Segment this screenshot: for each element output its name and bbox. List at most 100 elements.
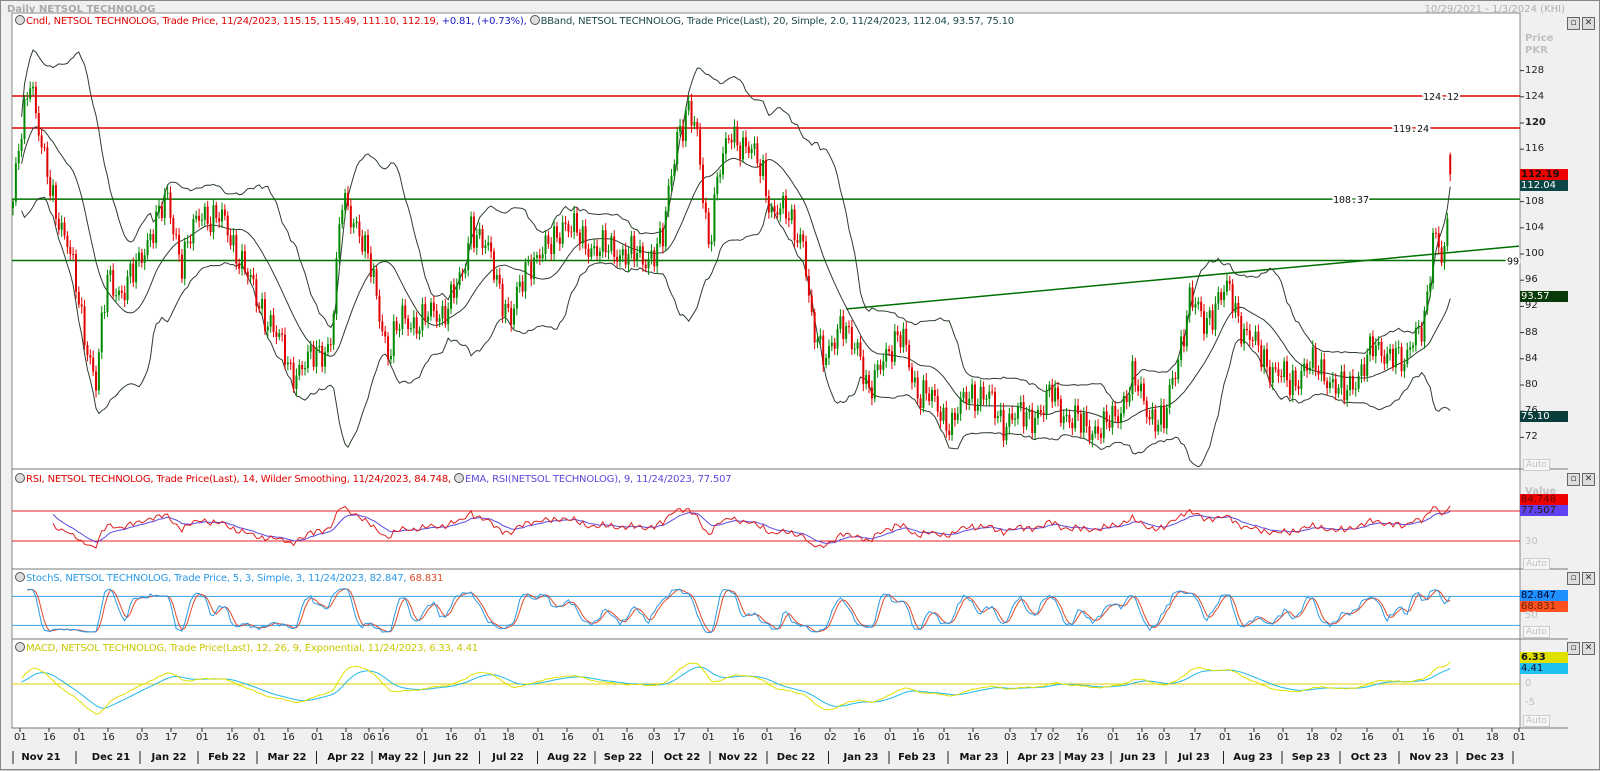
candle [664,206,667,252]
x-day-tick: 02 [1330,732,1343,743]
candle [707,208,710,249]
x-month-label: Oct 22 [663,752,701,763]
x-month-label: May 23 [1064,752,1105,763]
macd-legend[interactable]: MACD, NETSOL TECHNOLOG, Trade Price(Last… [15,642,478,654]
clock-icon [15,642,25,652]
chart-canvas[interactable]: 124.12 119.24 108.37 99 [1,1,1600,771]
candle [183,237,186,286]
x-day-tick: 01 [761,732,774,743]
cndl-legend: Cndl, NETSOL TECHNOLOG, Trade Price, 11/… [26,16,439,27]
candle [332,310,335,350]
macd-panel-buttons: ▫ ✕ [1567,642,1595,655]
candle [34,81,37,119]
x-month-label: Dec 21 [91,752,131,763]
candle [492,248,495,284]
x-day-tick: 16 [102,732,115,743]
candle [1059,395,1062,427]
candle [375,265,378,300]
restore-icon[interactable]: ▫ [1567,572,1580,585]
candle [235,230,238,270]
stoch-legend[interactable]: StochS, NETSOL TECHNOLOG, Trade Price, 5… [15,572,443,584]
x-day-tick: 01 [1392,732,1405,743]
x-day-tick: 01 [416,732,429,743]
macd-auto-button[interactable]: Auto [1523,715,1550,727]
stoch-auto-button[interactable]: Auto [1523,626,1550,638]
x-day-tick: 16 [1248,732,1261,743]
x-month-label: Aug 23 [1233,752,1273,763]
x-day-tick: 17 [1189,732,1202,743]
x-month-label: Jan 23 [843,752,879,763]
candle [1185,310,1188,352]
x-day-tick: 01 [474,732,487,743]
x-day-tick: 02 [1047,732,1060,743]
rsi-ema-value-label: 77.507 [1520,505,1568,516]
auto-scale-button[interactable]: Auto [1523,459,1550,471]
price-tick: 100 [1525,248,1545,259]
candle [764,152,767,203]
rsi-tick-30: 30 [1525,536,1538,547]
horizontal-line-label: 124.12 [1423,92,1459,103]
x-day-tick: 16 [377,732,390,743]
x-day-tick: 01 [253,732,266,743]
main-panel-buttons: ▫ ✕ [1567,17,1595,30]
candle [1432,228,1435,290]
x-day-tick: 17 [673,732,686,743]
x-month-label: Jul 22 [492,752,524,763]
candle [1131,355,1134,401]
x-month-label: May 22 [378,752,419,763]
rsi-panel-buttons: ▫ ✕ [1567,473,1595,486]
candle [1102,407,1105,443]
price-tick: 96 [1525,274,1538,286]
clock-icon [15,15,25,25]
horizontal-line-label: 119.24 [1393,124,1429,135]
candle [335,251,338,320]
candle [472,211,475,253]
plot-area [11,12,1521,729]
x-month-label: Mar 23 [959,752,999,763]
close-icon[interactable]: ✕ [1582,17,1595,30]
candle [74,249,77,299]
x-day-tick: 16 [445,732,458,743]
x-day-tick: 03 [1158,732,1171,743]
price-axis-title: Price [1525,33,1554,44]
x-month-label: Jun 22 [433,752,469,763]
candle [805,235,808,281]
rsi-auto-button[interactable]: Auto [1523,558,1550,570]
x-month-label: Dec 22 [776,752,816,763]
close-icon[interactable]: ✕ [1582,572,1595,585]
x-month-label: Dec 23 [1465,752,1505,763]
stoch-tick-50: 50 [1525,610,1538,621]
rsi-legend[interactable]: RSI, NETSOL TECHNOLOG, Trade Price(Last)… [15,473,732,485]
x-day-tick: 16 [967,732,980,743]
x-day-tick: 01 [1219,732,1232,743]
x-day-tick: 03 [1004,732,1017,743]
close-icon[interactable]: ✕ [1582,642,1595,655]
main-legend[interactable]: Cndl, NETSOL TECHNOLOG, Trade Price, 11/… [15,15,1014,27]
x-day-tick: 01 [1107,732,1120,743]
x-month-label: Apr 22 [327,752,365,763]
restore-icon[interactable]: ▫ [1567,17,1580,30]
x-day-tick: 16 [282,732,295,743]
restore-icon[interactable]: ▫ [1567,473,1580,486]
x-day-tick: 16 [226,732,239,743]
x-day-tick: 18 [1306,732,1319,743]
restore-icon[interactable]: ▫ [1567,642,1580,655]
x-day-tick: 02 [824,732,837,743]
x-day-tick: 01 [1513,732,1526,743]
x-day-tick: 01 [938,732,951,743]
x-day-tick: 01 [311,732,324,743]
candle [1231,279,1234,319]
x-day-tick: 18 [340,732,353,743]
bband-legend: BBand, NETSOL TECHNOLOG, Trade Price(Las… [540,16,1015,27]
stoch-panel-buttons: ▫ ✕ [1567,572,1595,585]
x-month-label: Nov 21 [21,752,61,763]
x-day-tick: 16 [853,732,866,743]
x-month-label: Apr 23 [1017,752,1055,763]
candle [54,181,57,226]
price-tick: 80 [1525,379,1538,390]
x-month-label: Aug 22 [547,752,587,763]
candle [501,278,504,323]
close-icon[interactable]: ✕ [1582,473,1595,486]
x-day-tick: 01 [702,732,715,743]
x-day-tick: 01 [196,732,209,743]
